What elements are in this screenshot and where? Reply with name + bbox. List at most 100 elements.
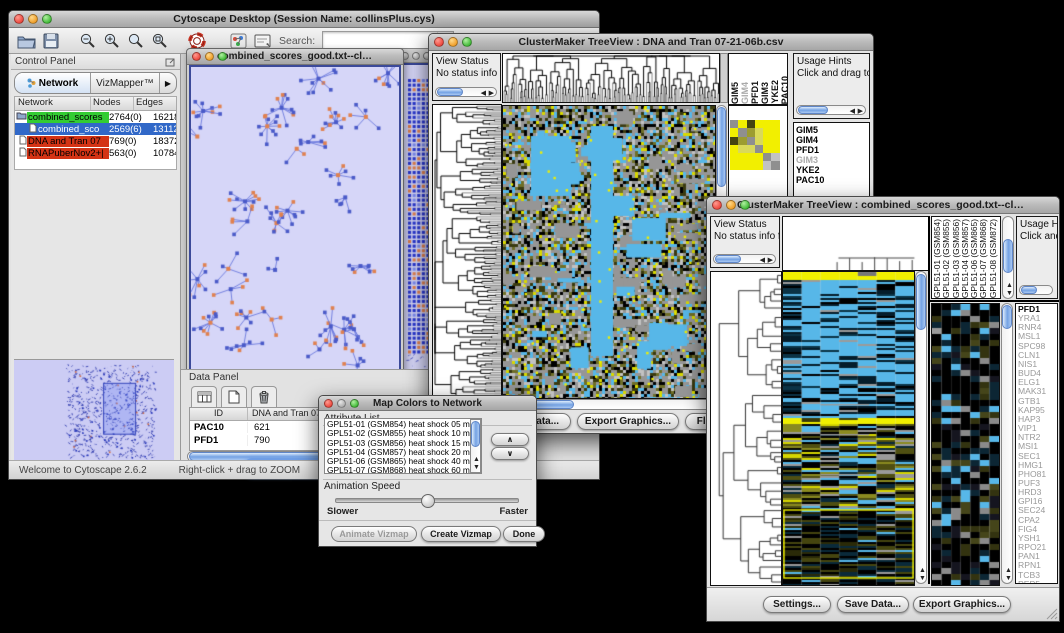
tab-overflow-arrow[interactable]: ▶ — [159, 73, 176, 93]
zoom-button[interactable] — [462, 37, 472, 47]
tv1-row-label[interactable]: GIM4 — [796, 135, 869, 145]
delete-attribute-icon[interactable] — [251, 386, 277, 407]
col-network[interactable]: Network — [15, 97, 91, 110]
tv2-heatmap-vscrollbar[interactable]: ▲▼ — [915, 271, 927, 584]
network-table-row[interactable]: combined_scores2764(0)16218(0) — [15, 111, 176, 123]
minimize-button[interactable] — [205, 52, 214, 61]
done-button[interactable]: Done — [503, 526, 545, 542]
network-table-row[interactable]: RNAPuberNov2+|563(0)107847(0) — [15, 147, 176, 159]
tv2-column-label[interactable]: GPL51-08 (GSM872) — [989, 219, 998, 298]
tv2-secondary-heatmap[interactable] — [931, 303, 1000, 586]
attribute-list-vscrollbar[interactable]: ▲▼ — [470, 419, 481, 473]
search-input[interactable] — [323, 32, 437, 49]
close-button[interactable] — [192, 52, 201, 61]
save-icon[interactable] — [43, 33, 59, 49]
data-col-id[interactable]: ID — [190, 408, 248, 420]
attribute-list-item[interactable]: GPL51-07 (GSM868) heat shock 60 min — [327, 466, 479, 474]
network-table: Network Nodes Edges combined_scores2764(… — [14, 96, 177, 170]
tv2-genes-vscrollbar[interactable]: ▲▼ — [1001, 303, 1013, 584]
tv1-hints-hscrollbar[interactable]: ◀▶ — [796, 105, 866, 115]
resize-grip[interactable] — [1046, 608, 1058, 620]
network-table-row[interactable]: combined_sco2569(6)13112(15) — [15, 123, 176, 135]
tv2-row-dendrogram[interactable] — [710, 271, 782, 586]
zoom-button[interactable] — [740, 200, 750, 210]
close-button[interactable] — [434, 37, 444, 47]
animate-vizmap-button[interactable]: Animate Vizmap — [331, 526, 417, 542]
animation-slider[interactable] — [335, 498, 519, 503]
tv2-settings-button[interactable]: Settings... — [763, 596, 831, 613]
tv2-column-label[interactable]: GPL51-02 (GSM855) — [942, 219, 951, 298]
mini-heatmap-cell — [763, 153, 771, 161]
view-status-label: View Status — [714, 219, 776, 231]
zoom-button[interactable] — [350, 399, 359, 408]
tv1-row-label[interactable]: PFD1 — [796, 145, 869, 155]
open-folder-icon[interactable] — [17, 33, 36, 49]
zoom-selected-icon[interactable] — [127, 32, 144, 49]
float-panel-icon[interactable] — [165, 57, 176, 67]
minimize-button[interactable] — [412, 52, 420, 60]
tv2-hints-hscrollbar[interactable] — [1019, 285, 1053, 295]
zoom-out-icon[interactable] — [79, 32, 96, 49]
col-edges[interactable]: Edges — [134, 97, 176, 110]
tv1-row-label[interactable]: PAC10 — [796, 175, 869, 185]
help-lifering-icon[interactable] — [188, 32, 206, 50]
tv1-column-label[interactable]: YKE2 — [771, 80, 780, 104]
import-network-icon[interactable] — [230, 33, 247, 49]
slider-thumb[interactable] — [421, 494, 435, 508]
network-canvas[interactable] — [191, 67, 399, 377]
main-window-controls[interactable] — [14, 14, 52, 24]
minimize-button[interactable] — [28, 14, 38, 24]
network-table-row[interactable]: DNA and Tran 07769(0)183728(0) — [15, 135, 176, 147]
close-button[interactable] — [324, 399, 333, 408]
tv1-column-label[interactable]: GIM3 — [761, 82, 770, 104]
tv2-save-data-button[interactable]: Save Data... — [837, 596, 909, 613]
tv2-heatmap[interactable] — [782, 271, 915, 586]
move-down-button[interactable]: ∨ — [491, 447, 529, 460]
minimize-button[interactable] — [337, 399, 346, 408]
dialog-title-bar[interactable]: Map Colors to Network — [319, 396, 536, 411]
network-table-body: combined_scores2764(0)16218(0)combined_s… — [15, 111, 176, 159]
network-edges: 183728(0) — [153, 136, 176, 147]
tv1-mini-heatmap[interactable] — [730, 120, 780, 170]
minimize-button[interactable] — [726, 200, 736, 210]
tv2-column-dendrogram[interactable] — [782, 216, 930, 271]
tv1-export-graphics-button[interactable]: Export Graphics... — [577, 413, 679, 430]
zoom-in-icon[interactable] — [103, 32, 120, 49]
treeview1-title-bar[interactable]: ClusterMaker TreeView : DNA and Tran 07-… — [429, 34, 873, 51]
tv2-export-graphics-button[interactable]: Export Graphics... — [913, 596, 1011, 613]
new-attribute-icon[interactable] — [221, 386, 247, 407]
tv1-column-label[interactable]: GIM4 — [741, 82, 750, 104]
tv2-labels-vscrollbar[interactable]: ▲▼ — [1002, 216, 1014, 299]
zoom-fit-icon[interactable] — [151, 32, 168, 49]
birdseye-view[interactable] — [14, 359, 174, 466]
tv1-status-hscrollbar[interactable]: ◀▶ — [435, 87, 497, 97]
tab-network[interactable]: Network — [15, 73, 91, 93]
tv2-gene-label[interactable]: PEP5 — [1018, 580, 1057, 584]
tv1-row-label[interactable]: GIM5 — [796, 125, 869, 135]
tv1-row-label[interactable]: YKE2 — [796, 165, 869, 175]
tab-vizmapper[interactable]: VizMapper™ — [91, 73, 159, 93]
zoom-button[interactable] — [42, 14, 52, 24]
tv1-column-label[interactable]: PFD1 — [751, 81, 760, 104]
tv1-column-dendrogram[interactable] — [502, 53, 720, 103]
close-button[interactable] — [14, 14, 24, 24]
main-title-bar[interactable]: Cytoscape Desktop (Session Name: collins… — [9, 11, 599, 28]
tv1-heatmap[interactable] — [502, 105, 716, 399]
mini-heatmap-cell — [730, 153, 738, 161]
col-nodes[interactable]: Nodes — [91, 97, 134, 110]
tv1-row-label[interactable]: GIM3 — [796, 155, 869, 165]
move-up-button[interactable]: ∧ — [491, 433, 529, 446]
zoom-button[interactable] — [218, 52, 227, 61]
network-nodes: 563(0) — [109, 148, 153, 159]
close-button[interactable] — [712, 200, 722, 210]
treeview2-title-bar[interactable]: ClusterMaker TreeView : combined_scores_… — [707, 197, 1059, 214]
tv2-status-hscrollbar[interactable]: ◀▶ — [713, 254, 776, 264]
network-view-window: combined_scores_good.txt--cluste... — [186, 48, 404, 380]
create-vizmap-button[interactable]: Create Vizmap — [421, 526, 501, 542]
minimize-button[interactable] — [448, 37, 458, 47]
tv1-row-dendrogram[interactable] — [432, 104, 502, 400]
tv1-column-label[interactable]: GIM5 — [731, 82, 740, 104]
attribute-table-icon[interactable] — [191, 386, 217, 407]
tv1-column-label[interactable]: PAC10 — [781, 76, 788, 104]
annotation-icon[interactable] — [254, 33, 272, 49]
